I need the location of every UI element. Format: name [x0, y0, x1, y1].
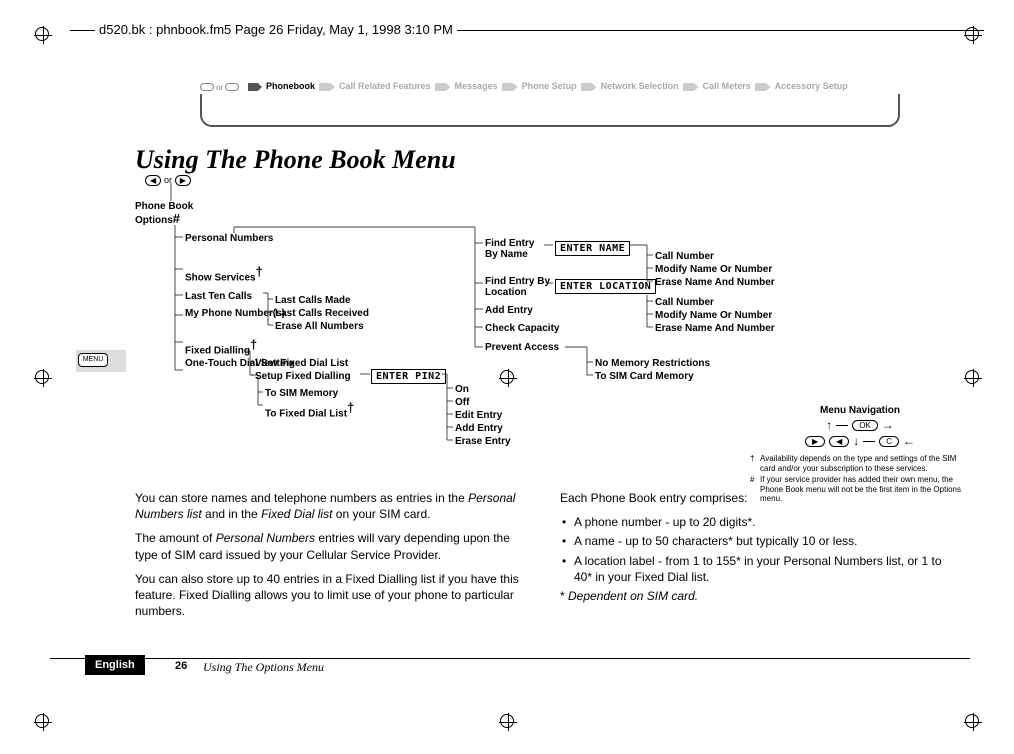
menu-key-icon: MENU	[78, 353, 108, 367]
body-columns: You can store names and telephone number…	[135, 490, 955, 627]
page-number: 26	[175, 660, 187, 672]
nav-call-meters: Call Meters	[699, 82, 755, 92]
nav-accessory: Accessory Setup	[771, 82, 852, 92]
c-key: C	[879, 436, 899, 447]
page-title: Using The Phone Book Menu	[135, 145, 456, 175]
nav-phonebook: Phonebook	[262, 82, 319, 92]
body-li3: A location label - from 1 to 155* in you…	[560, 553, 955, 585]
body-p1: You can store names and telephone number…	[135, 490, 530, 522]
nav-call-features: Call Related Features	[335, 82, 435, 92]
language-tag: English	[85, 655, 145, 675]
footer-section: Using The Options Menu	[203, 660, 324, 675]
body-p3: You can also store up to 40 entries in a…	[135, 571, 530, 620]
ok-key: OK	[852, 420, 878, 431]
document-header: d520.bk : phnbook.fm5 Page 26 Friday, Ma…	[95, 22, 457, 37]
footnote-1: Availability depends on the type and set…	[760, 454, 956, 473]
body-li2: A name - up to 50 characters* but typica…	[560, 533, 955, 549]
body-p5: * Dependent on SIM card.	[560, 588, 955, 604]
footer-rule	[50, 658, 970, 662]
body-li1: A phone number - up to 20 digits*.	[560, 514, 955, 530]
nav-or: or	[216, 83, 223, 92]
body-p2: The amount of Personal Numbers entries w…	[135, 530, 530, 562]
nav-messages: Messages	[451, 82, 502, 92]
nav-network: Network Selection	[597, 82, 683, 92]
nav-legend-title: Menu Navigation	[750, 405, 970, 416]
nav-phone-setup: Phone Setup	[518, 82, 581, 92]
breadcrumb-nav: or Phonebook Call Related Features Messa…	[200, 80, 900, 130]
body-p4: Each Phone Book entry comprises:	[560, 490, 955, 506]
